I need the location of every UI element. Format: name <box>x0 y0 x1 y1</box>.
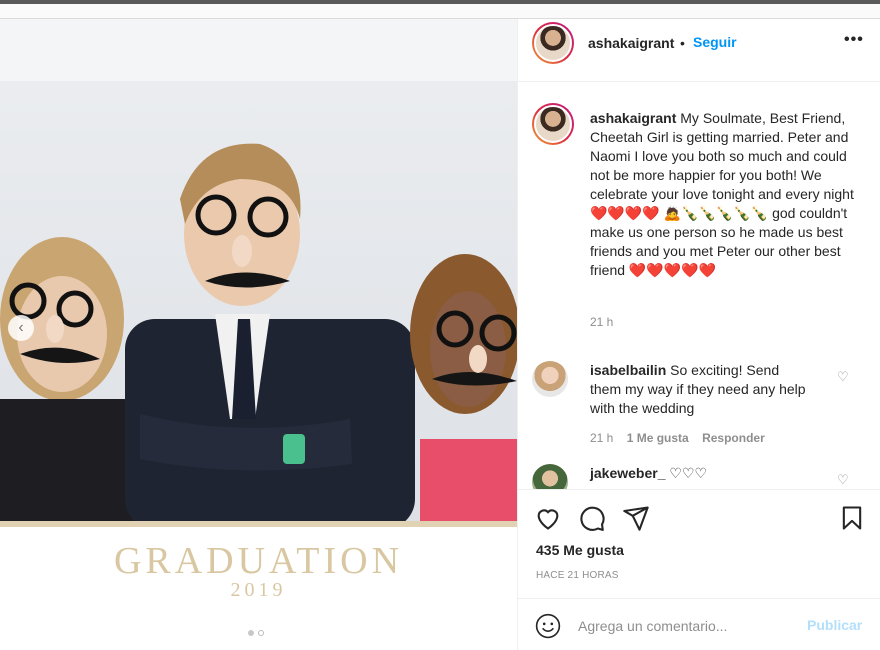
commenter-avatar[interactable] <box>532 361 568 397</box>
comment-text: isabelbailin So exciting! Send them my w… <box>590 361 810 418</box>
comment-like-heart-icon[interactable]: ♡ <box>837 472 849 488</box>
carousel-prev-button[interactable]: ‹ <box>8 315 34 341</box>
avatar <box>534 105 572 143</box>
post-container: GRADUATION 2019 ‹ ashakaigrant • Seguir … <box>0 18 880 650</box>
comment-icon[interactable] <box>578 504 606 532</box>
heart-icon[interactable] <box>534 504 562 532</box>
comment-body: ♡♡♡ <box>669 465 708 481</box>
post-header: ashakaigrant • Seguir ••• <box>518 19 880 82</box>
caption-username[interactable]: ashakaigrant <box>590 110 676 126</box>
comment-like-heart-icon[interactable]: ♡ <box>837 369 849 385</box>
header-separator: • <box>680 35 685 51</box>
comment-input[interactable] <box>578 615 798 637</box>
carousel-dot[interactable] <box>248 630 254 636</box>
chevron-left-icon: ‹ <box>18 319 24 336</box>
comments-area[interactable]: ashakaigrant My Soulmate, Best Friend, C… <box>518 83 880 489</box>
comment-likes[interactable]: 1 Me gusta <box>627 431 689 445</box>
caption-time[interactable]: 21 h <box>590 315 613 329</box>
post-actions: 435 Me gusta HACE 21 HORAS Publicar <box>518 489 880 650</box>
caption-avatar[interactable] <box>532 103 574 145</box>
author-username[interactable]: ashakaigrant <box>588 35 674 51</box>
comment-text: jakeweber_ ♡♡♡ <box>590 464 810 483</box>
comment-meta: 21 h 1 Me gusta Responder <box>590 431 775 445</box>
commenter-username[interactable]: jakeweber_ <box>590 465 666 481</box>
share-icon[interactable] <box>622 504 650 532</box>
photo-text-graduation: GRADUATION <box>113 540 404 582</box>
more-options-icon[interactable]: ••• <box>844 31 864 49</box>
emoji-icon[interactable] <box>535 613 561 639</box>
caption-emoji-row: 🙇🍾🍾🍾🍾🍾 <box>663 205 769 221</box>
photo-text-year: 2019 <box>230 579 287 601</box>
bookmark-icon[interactable] <box>838 504 866 532</box>
avatar <box>534 24 572 62</box>
caption-text: ashakaigrant My Soulmate, Best Friend, C… <box>590 109 858 280</box>
caption-hearts-2: ❤️❤️❤️❤️❤️ <box>628 262 717 278</box>
likes-count[interactable]: 435 Me gusta <box>536 542 624 558</box>
comment-time[interactable]: 21 h <box>590 431 613 445</box>
window-top-bar <box>0 0 880 4</box>
commenter-avatar[interactable] <box>532 464 568 489</box>
post-photo[interactable]: GRADUATION 2019 ‹ <box>0 19 517 650</box>
add-comment-bar: Publicar <box>518 598 880 650</box>
post-timestamp[interactable]: HACE 21 HORAS <box>536 570 619 581</box>
follow-button[interactable]: Seguir <box>693 34 737 50</box>
carousel-dots <box>248 630 264 636</box>
publish-button[interactable]: Publicar <box>807 617 862 633</box>
commenter-username[interactable]: isabelbailin <box>590 362 666 378</box>
author-avatar[interactable] <box>532 22 574 64</box>
caption-hearts-1: ❤️❤️❤️❤️ <box>590 205 660 221</box>
post-side-panel: ashakaigrant • Seguir ••• ashakaigrant M… <box>517 19 880 650</box>
carousel-dot-active[interactable] <box>258 630 264 636</box>
reply-button[interactable]: Responder <box>702 431 765 445</box>
